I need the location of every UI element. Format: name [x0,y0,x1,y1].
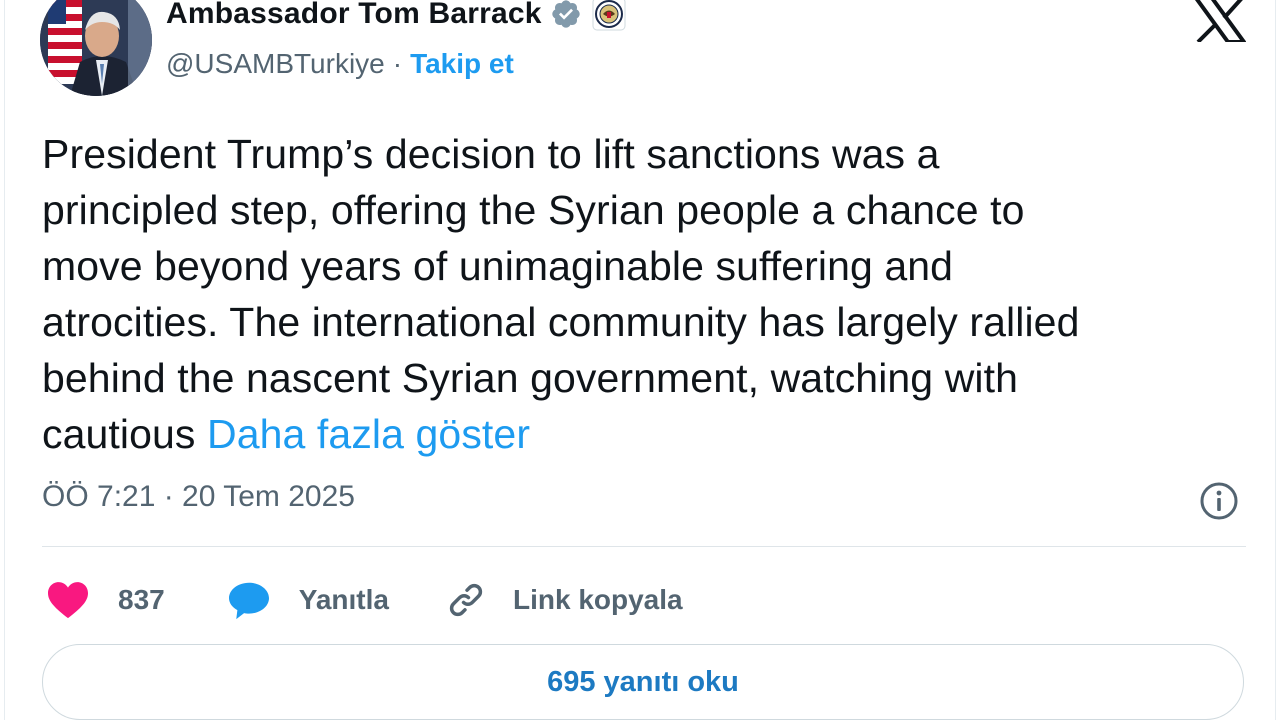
tweet-line: President Trump’s decision to lift sanct… [42,131,940,177]
avatar-image [40,0,152,96]
verified-badge-icon [551,0,580,28]
divider [42,546,1246,547]
separator-dot: · [392,48,403,79]
like-button[interactable]: 837 [46,580,165,620]
tweet-line: cautious [42,411,196,457]
tweet-line: atrocities. The international community … [42,299,1080,345]
tweet-text: President Trump’s decision to lift sanct… [42,126,1242,462]
copy-link-label: Link kopyala [512,584,683,615]
info-icon[interactable] [1198,480,1240,522]
author-name[interactable]: Ambassador Tom Barrack [166,0,542,31]
action-bar: 837 Yanıtla Link kopyala [46,576,683,624]
card-border-right [1275,0,1276,720]
author-name-row: Ambassador Tom Barrack [166,0,626,34]
speech-bubble-icon [228,582,269,620]
author-handle-row: @USAMBTurkiye · Takip et [166,48,626,80]
reply-label: Yanıtla [298,584,389,615]
like-count: 837 [118,584,165,615]
tweet-timestamp[interactable]: ÖÖ 7:21 · 20 Tem 2025 [42,480,355,514]
author-avatar[interactable] [40,0,152,96]
card-border-left [4,0,5,720]
us-state-department-seal-icon [592,0,626,31]
reply-button[interactable]: Yanıtla [227,580,389,620]
tweet-line: principled step, offering the Syrian peo… [42,187,1025,233]
link-icon [449,583,483,617]
copy-link-button[interactable]: Link kopyala [445,579,683,621]
show-more-link[interactable]: Daha fazla göster [207,411,530,457]
tweet-header: Ambassador Tom Barrack @USAMBTurkiye · T… [166,0,626,80]
tweet-last-line: cautious Daha fazla göster [42,406,1242,462]
tweet-line: behind the nascent Syrian government, wa… [42,355,1019,401]
follow-button[interactable]: Takip et [410,48,514,80]
author-handle[interactable]: @USAMBTurkiye [166,48,385,80]
heart-icon [48,582,88,619]
tweet-line: move beyond years of unimaginable suffer… [42,243,954,289]
read-replies-label: 695 yanıtı oku [547,665,739,698]
read-replies-button[interactable]: 695 yanıtı oku [42,644,1244,720]
x-logo-icon[interactable] [1194,0,1246,42]
